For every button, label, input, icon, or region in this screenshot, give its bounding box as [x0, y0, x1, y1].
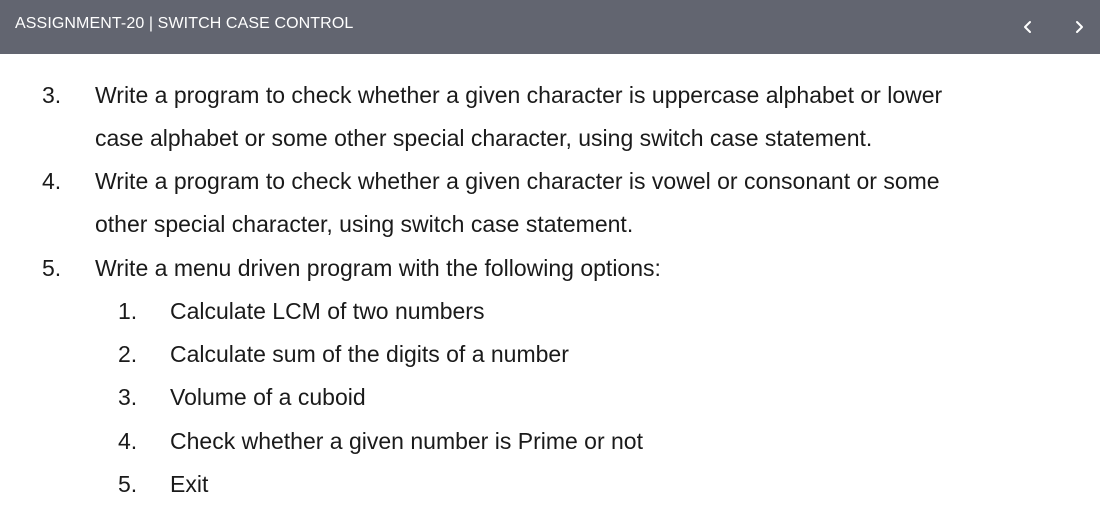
- assignment-title: ASSIGNMENT-20 | SWITCH CASE CONTROL: [15, 15, 354, 32]
- question-number: 4.: [42, 168, 62, 194]
- option-text: Exit: [170, 471, 209, 497]
- question-text-line: Write a program to check whether a given…: [95, 82, 943, 108]
- header-bar: ASSIGNMENT-20 | SWITCH CASE CONTROL: [0, 0, 1100, 54]
- question-text-line: Write a program to check whether a given…: [95, 168, 940, 194]
- option-number: 2.: [118, 341, 138, 367]
- option-text: Volume of a cuboid: [170, 384, 366, 410]
- option-number: 1.: [118, 298, 138, 324]
- chevron-right-icon: [1076, 21, 1083, 33]
- previous-button[interactable]: [1013, 12, 1043, 42]
- option-number: 5.: [118, 471, 138, 497]
- question-text-line: other special character, using switch ca…: [95, 211, 634, 237]
- question-number: 3.: [42, 82, 62, 108]
- option-text: Calculate sum of the digits of a number: [170, 341, 569, 367]
- question-text-line: Write a menu driven program with the fol…: [95, 255, 661, 281]
- document-content: 3. Write a program to check whether a gi…: [0, 54, 1100, 524]
- option-number: 4.: [118, 428, 138, 454]
- next-button[interactable]: [1064, 12, 1094, 42]
- question-text-line: case alphabet or some other special char…: [95, 125, 873, 151]
- question-number: 5.: [42, 255, 62, 281]
- chevron-left-icon: [1024, 21, 1031, 33]
- option-text: Check whether a given number is Prime or…: [170, 428, 643, 454]
- option-number: 3.: [118, 384, 138, 410]
- option-text: Calculate LCM of two numbers: [170, 298, 485, 324]
